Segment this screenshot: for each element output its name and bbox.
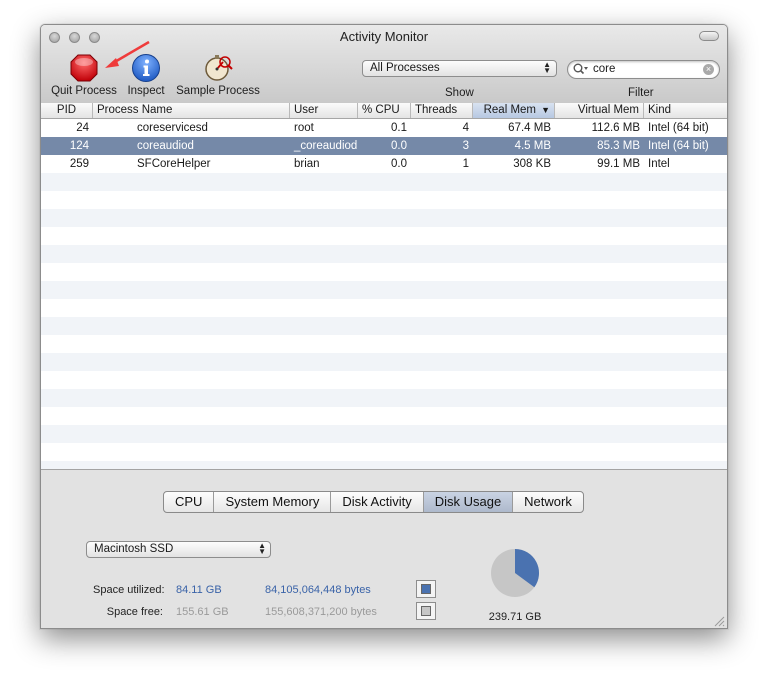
table-stripe: [41, 425, 727, 443]
annotation-arrow-icon: [105, 40, 150, 68]
stopwatch-icon: [205, 55, 233, 81]
threads-cell: 1: [462, 158, 469, 170]
table-stripe: [41, 173, 727, 191]
disk-usage-pie-chart: [491, 549, 540, 597]
threads-cell: 3: [462, 140, 469, 152]
pid-cell: 24: [76, 122, 89, 134]
cpu-cell: 0.0: [391, 140, 407, 152]
column-header-real-mem-label: Real Mem: [483, 104, 536, 116]
kind-cell: Intel: [648, 158, 670, 170]
tab-network[interactable]: Network: [513, 492, 583, 512]
tab-disk-usage[interactable]: Disk Usage: [423, 492, 514, 512]
user-cell: root: [294, 122, 314, 134]
toolbar: Activity Monitor Quit Process Inspect Sa…: [41, 25, 727, 104]
table-stripe: [41, 389, 727, 407]
used-color-swatch[interactable]: [416, 580, 436, 598]
sort-descending-icon: ▼: [541, 105, 550, 115]
sample-process-label: Sample Process: [176, 85, 260, 97]
toolbar-toggle-button[interactable]: [699, 31, 719, 41]
virtual-mem-cell: 85.3 MB: [597, 140, 640, 152]
table-row[interactable]: 24 coreservicesd root 0.1 4 67.4 MB 112.…: [41, 119, 727, 137]
popup-arrows-icon: ▲ ▼: [258, 541, 266, 556]
user-cell: _coreaudiod: [294, 140, 358, 152]
tab-system-memory[interactable]: System Memory: [214, 492, 332, 512]
column-header-process-name[interactable]: Process Name: [93, 103, 290, 118]
tab-cpu[interactable]: CPU: [164, 492, 215, 512]
column-header-threads[interactable]: Threads: [411, 103, 473, 118]
table-stripe: [41, 227, 727, 245]
search-value: core: [593, 63, 616, 75]
column-header-real-mem[interactable]: Real Mem ▼: [473, 103, 555, 118]
process-table[interactable]: 24 coreservicesd root 0.1 4 67.4 MB 112.…: [41, 119, 727, 469]
show-label: Show: [445, 87, 474, 99]
disk-total-capacity: 239.71 GB: [488, 611, 542, 623]
real-mem-cell: 67.4 MB: [508, 122, 551, 134]
activity-monitor-window: Activity Monitor Quit Process Inspect Sa…: [40, 24, 728, 629]
table-stripe: [41, 299, 727, 317]
process-filter-popup[interactable]: All Processes ▲ ▼: [362, 60, 557, 77]
space-utilized-label: Space utilized:: [93, 584, 165, 596]
column-header-pid[interactable]: PID: [41, 103, 93, 118]
bottom-panel: CPU System Memory Disk Activity Disk Usa…: [41, 469, 727, 628]
space-utilized-bytes: 84,105,064,448 bytes: [265, 584, 371, 596]
table-stripe: [41, 335, 727, 353]
table-row[interactable]: 259 SFCoreHelper brian 0.0 1 308 KB 99.1…: [41, 155, 727, 173]
table-stripe: [41, 317, 727, 335]
table-stripe: [41, 281, 727, 299]
table-stripe: [41, 353, 727, 371]
virtual-mem-cell: 99.1 MB: [597, 158, 640, 170]
cpu-cell: 0.1: [391, 122, 407, 134]
table-stripe: [41, 191, 727, 209]
column-header-user[interactable]: User: [290, 103, 358, 118]
column-header-kind[interactable]: Kind: [644, 103, 727, 118]
real-mem-cell: 308 KB: [513, 158, 551, 170]
kind-cell: Intel (64 bit): [648, 122, 709, 134]
resize-grip-icon[interactable]: [713, 615, 725, 627]
space-free-bytes: 155,608,371,200 bytes: [265, 606, 377, 618]
table-stripe: [41, 245, 727, 263]
table-row-selected[interactable]: 124 coreaudiod _coreaudiod 0.0 3 4.5 MB …: [41, 137, 727, 155]
inspect-label: Inspect: [127, 85, 165, 97]
table-stripe: [41, 371, 727, 389]
table-header: PID Process Name User % CPU Threads Real…: [41, 103, 727, 119]
kind-cell: Intel (64 bit): [648, 140, 709, 152]
sample-process-button[interactable]: Sample Process: [173, 53, 263, 97]
stop-sign-icon: [70, 54, 98, 82]
cpu-cell: 0.0: [391, 158, 407, 170]
table-stripe: [41, 263, 727, 281]
table-stripe: [41, 209, 727, 227]
popup-arrows-icon: ▲ ▼: [543, 60, 551, 75]
clear-search-icon[interactable]: ×: [703, 64, 714, 75]
virtual-mem-cell: 112.6 MB: [591, 122, 640, 134]
table-stripe: [41, 443, 727, 461]
process-name-cell: coreaudiod: [137, 140, 194, 152]
pid-cell: 124: [69, 140, 89, 152]
pid-cell: 259: [69, 158, 89, 170]
disk-select[interactable]: Macintosh SSD ▲ ▼: [86, 541, 271, 558]
search-icon: [573, 63, 588, 75]
process-filter-value: All Processes: [370, 62, 440, 74]
real-mem-cell: 4.5 MB: [514, 140, 551, 152]
search-input[interactable]: core ×: [567, 60, 720, 79]
tab-disk-activity[interactable]: Disk Activity: [331, 492, 424, 512]
disk-select-value: Macintosh SSD: [94, 543, 174, 555]
monitor-tabs: CPU System Memory Disk Activity Disk Usa…: [163, 491, 584, 513]
space-free-label: Space free:: [106, 606, 163, 618]
process-name-cell: coreservicesd: [137, 122, 208, 134]
free-color-swatch[interactable]: [416, 602, 436, 620]
quit-process-label: Quit Process: [51, 85, 117, 97]
threads-cell: 4: [462, 122, 469, 134]
column-header-cpu[interactable]: % CPU: [358, 103, 411, 118]
table-stripe: [41, 407, 727, 425]
filter-label: Filter: [628, 87, 654, 99]
process-name-cell: SFCoreHelper: [137, 158, 211, 170]
user-cell: brian: [294, 158, 320, 170]
space-free-gb: 155.61 GB: [176, 606, 229, 618]
column-header-virtual-mem[interactable]: Virtual Mem: [555, 103, 644, 118]
table-stripe: [41, 461, 727, 469]
space-utilized-gb: 84.11 GB: [176, 584, 222, 596]
